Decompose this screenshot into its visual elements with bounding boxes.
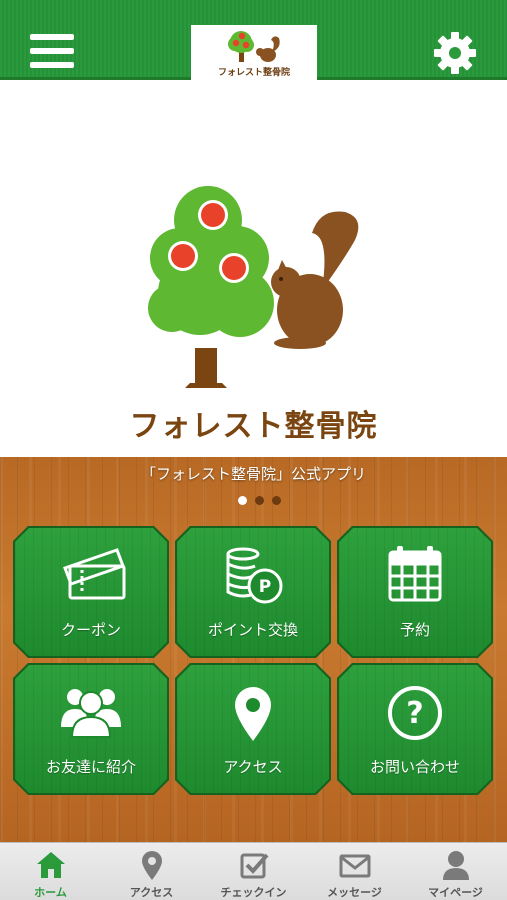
tree-squirrel-logo-icon — [228, 30, 280, 62]
points-label: ポイント交換 — [207, 621, 298, 639]
gear-icon — [434, 32, 476, 74]
envelope-icon — [339, 854, 371, 878]
calendar-icon — [388, 546, 442, 602]
map-pin-icon — [142, 851, 162, 880]
ticket-icon — [63, 548, 126, 600]
app-header: フォレスト整骨院 — [0, 0, 507, 80]
tab-mypage-label: マイページ — [428, 886, 483, 899]
carousel-dots — [238, 496, 281, 505]
tab-access-label: アクセス — [129, 886, 174, 899]
tab-access[interactable]: アクセス — [101, 843, 202, 900]
tab-message[interactable]: メッセージ — [304, 843, 405, 900]
carousel-dot-2[interactable] — [255, 496, 264, 505]
tab-checkin-label: チェックイン — [220, 886, 287, 899]
carousel-caption: 「フォレスト整骨院」公式アプリ — [140, 465, 366, 483]
menu-area: 「フォレスト整骨院」公式アプリ クーポン P ポイント交換 予約 お友達に紹介 … — [0, 457, 507, 842]
carousel-dot-3[interactable] — [272, 496, 281, 505]
carousel-dot-1[interactable] — [238, 496, 247, 505]
settings-button[interactable] — [432, 30, 478, 76]
home-icon — [37, 852, 65, 878]
svg-text:?: ? — [406, 696, 423, 731]
svg-text:P: P — [259, 577, 271, 597]
contact-label: お問い合わせ — [369, 758, 460, 776]
map-pin-icon — [235, 687, 271, 741]
tab-checkin[interactable]: チェックイン — [203, 843, 304, 900]
tab-mypage[interactable]: マイページ — [405, 843, 506, 900]
invite-friends-button[interactable]: お友達に紹介 — [15, 665, 167, 793]
hamburger-icon — [30, 34, 74, 40]
access-label: アクセス — [223, 758, 283, 776]
bottom-tab-bar: ホーム アクセス チェックイン メッセージ マイページ — [0, 842, 507, 900]
clinic-name: フォレスト整骨院 — [129, 409, 378, 444]
header-logo: フォレスト整骨院 — [191, 25, 317, 80]
coupon-label: クーポン — [60, 621, 121, 639]
access-button[interactable]: アクセス — [177, 665, 329, 793]
user-icon — [443, 851, 469, 880]
contact-button[interactable]: ? お問い合わせ — [339, 665, 491, 793]
clinic-logo-illustration — [148, 186, 359, 388]
reservation-label: 予約 — [399, 621, 430, 639]
group-people-icon — [61, 689, 121, 738]
menu-button[interactable] — [30, 34, 74, 68]
reservation-button[interactable]: 予約 — [339, 528, 491, 656]
header-logo-text: フォレスト整骨院 — [217, 67, 290, 78]
coins-point-icon: P — [226, 547, 283, 604]
tab-home-label: ホーム — [34, 886, 67, 899]
checkbox-icon — [240, 853, 269, 879]
tab-home[interactable]: ホーム — [0, 843, 101, 900]
coupon-button[interactable]: クーポン — [15, 528, 167, 656]
tab-message-label: メッセージ — [327, 886, 382, 899]
question-icon: ? — [388, 686, 442, 740]
hero-banner[interactable]: フォレスト整骨院 — [0, 83, 507, 457]
points-button[interactable]: P ポイント交換 — [177, 528, 329, 656]
invite-friends-label: お友達に紹介 — [45, 758, 136, 776]
